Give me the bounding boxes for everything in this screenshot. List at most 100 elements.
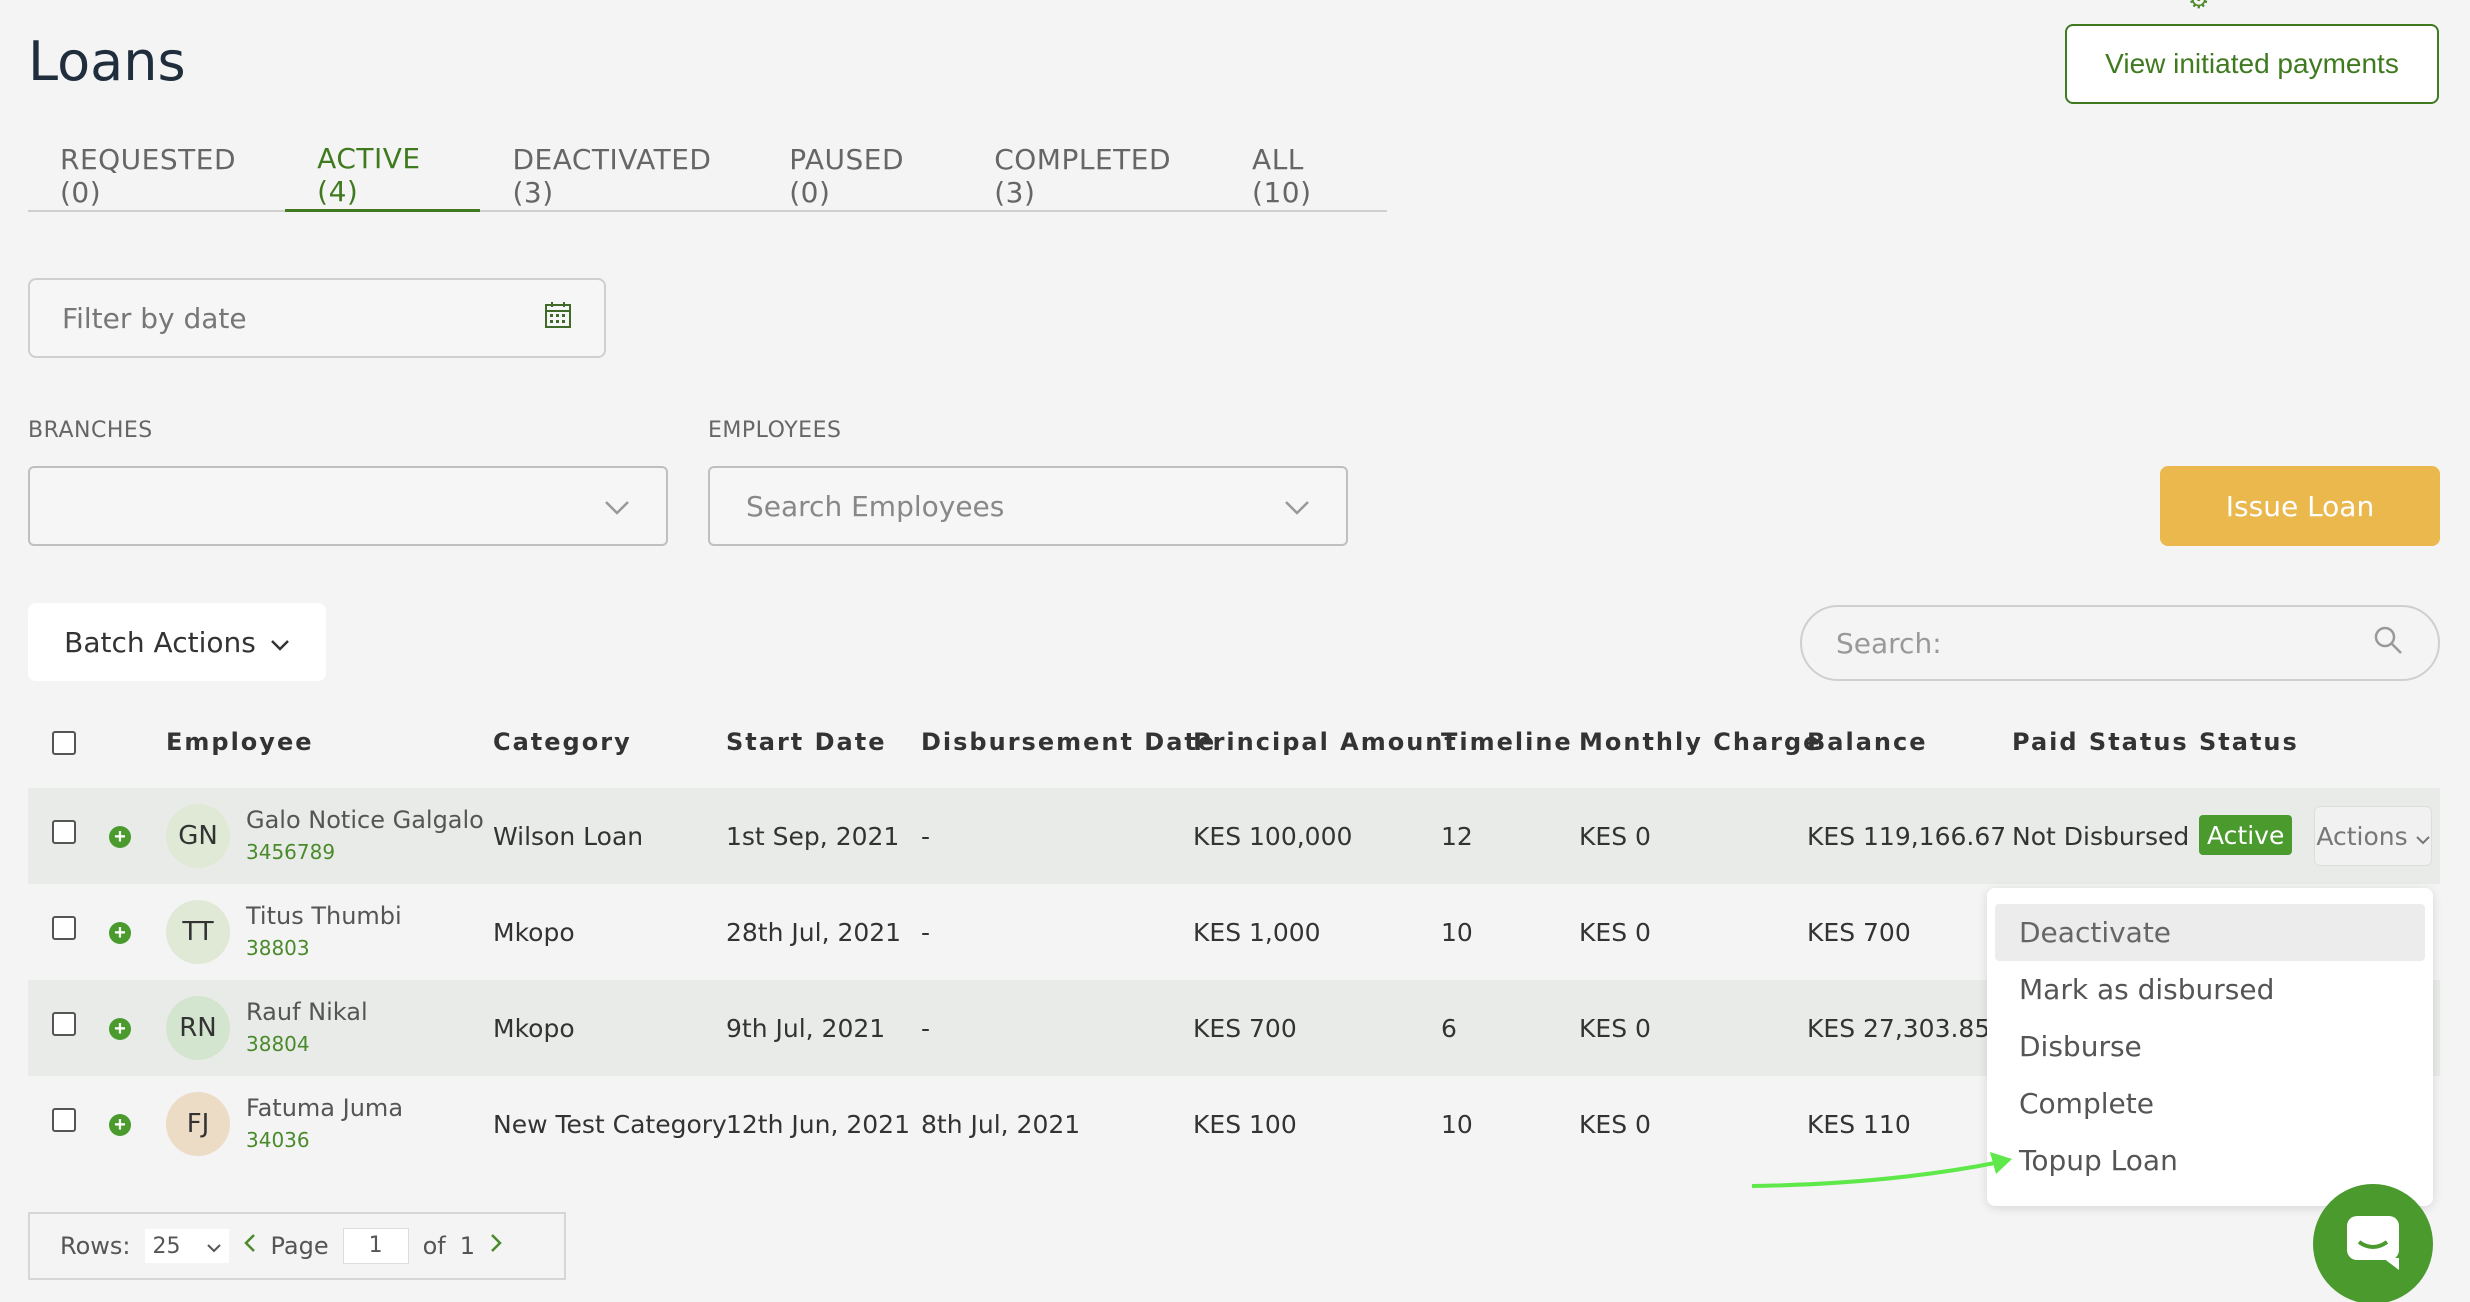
row-actions-label: Actions xyxy=(2316,821,2408,851)
disbursement-date-cell: 8th Jul, 2021 xyxy=(921,1110,1081,1139)
row-checkbox[interactable] xyxy=(52,1012,76,1036)
principal-cell: KES 1,000 xyxy=(1193,918,1321,947)
col-employee[interactable]: Employee xyxy=(166,728,314,756)
employee-name[interactable]: Rauf Nikal xyxy=(246,998,368,1026)
category-cell: Mkopo xyxy=(493,1014,575,1043)
page-title: Loans xyxy=(28,30,186,93)
col-balance[interactable]: Balance xyxy=(1807,728,1928,756)
employee-name[interactable]: Fatuma Juma xyxy=(246,1094,403,1122)
principal-cell: KES 100 xyxy=(1193,1110,1297,1139)
disbursement-date-cell: - xyxy=(921,1014,931,1043)
batch-actions-label: Batch Actions xyxy=(64,625,256,659)
col-disbursement-date[interactable]: Disbursement Date xyxy=(921,728,1216,756)
chevron-down-icon xyxy=(2415,822,2430,851)
chevron-down-icon xyxy=(270,626,290,659)
branches-label: BRANCHES xyxy=(28,418,153,443)
avatar: RN xyxy=(166,996,230,1060)
page-number-input[interactable]: 1 xyxy=(342,1228,409,1264)
employee-id: 3456789 xyxy=(246,840,336,864)
calendar-icon[interactable] xyxy=(544,301,572,336)
employee-name[interactable]: Titus Thumbi xyxy=(246,902,402,930)
row-actions-button[interactable]: Actions xyxy=(2314,806,2432,866)
pagination: Rows: 25 Page 1 of 1 xyxy=(28,1212,566,1280)
chat-icon xyxy=(2343,1212,2403,1277)
prev-page-icon[interactable] xyxy=(243,1232,257,1260)
filter-by-date-input[interactable]: Filter by date xyxy=(28,278,606,358)
tab-active[interactable]: ACTIVE (4) xyxy=(285,140,481,212)
gear-icon[interactable]: ⚙ xyxy=(2188,0,2218,14)
menu-item-complete[interactable]: Complete xyxy=(1995,1075,2425,1132)
principal-cell: KES 700 xyxy=(1193,1014,1297,1043)
start-date-cell: 28th Jul, 2021 xyxy=(726,918,902,947)
menu-item-disburse[interactable]: Disburse xyxy=(1995,1018,2425,1075)
balance-cell: KES 119,166.67 xyxy=(1807,822,2007,851)
tab-all[interactable]: ALL (10) xyxy=(1220,140,1387,212)
annotation-arrow xyxy=(1751,1152,2012,1188)
chat-widget-button[interactable] xyxy=(2313,1184,2433,1302)
timeline-cell: 6 xyxy=(1441,1014,1457,1043)
next-page-icon[interactable] xyxy=(489,1232,503,1260)
balance-cell: KES 110 xyxy=(1807,1110,1911,1139)
tab-paused[interactable]: PAUSED (0) xyxy=(757,140,962,212)
col-timeline[interactable]: Timeline xyxy=(1441,728,1573,756)
branches-select[interactable] xyxy=(28,466,668,546)
timeline-cell: 12 xyxy=(1441,822,1473,851)
col-monthly-charge[interactable]: Monthly Charge xyxy=(1579,728,1821,756)
select-all-checkbox[interactable] xyxy=(52,731,76,755)
employee-id: 38803 xyxy=(246,936,310,960)
tab-deactivated[interactable]: DEACTIVATED (3) xyxy=(480,140,757,212)
category-cell: Wilson Loan xyxy=(493,822,644,851)
menu-item-deactivate[interactable]: Deactivate xyxy=(1995,904,2425,961)
principal-cell: KES 100,000 xyxy=(1193,822,1353,851)
filter-placeholder: Filter by date xyxy=(62,301,247,335)
start-date-cell: 9th Jul, 2021 xyxy=(726,1014,886,1043)
expand-row-icon[interactable]: + xyxy=(109,922,131,944)
employees-label: EMPLOYEES xyxy=(708,418,842,443)
start-date-cell: 12th Jun, 2021 xyxy=(726,1110,910,1139)
rows-label: Rows: xyxy=(60,1232,131,1260)
col-start-date[interactable]: Start Date xyxy=(726,728,886,756)
rows-value: 25 xyxy=(152,1233,181,1259)
col-status[interactable]: Status xyxy=(2199,728,2299,756)
table-search-input[interactable]: Search: xyxy=(1800,605,2440,681)
col-paid-status[interactable]: Paid Status xyxy=(2012,728,2189,756)
avatar: GN xyxy=(166,804,230,868)
search-icon[interactable] xyxy=(2372,624,2404,663)
batch-actions-button[interactable]: Batch Actions xyxy=(28,603,326,681)
timeline-cell: 10 xyxy=(1441,1110,1473,1139)
employee-id: 38804 xyxy=(246,1032,310,1056)
balance-cell: KES 700 xyxy=(1807,918,1911,947)
chevron-down-icon xyxy=(206,1234,221,1259)
rows-per-page-select[interactable]: 25 xyxy=(144,1229,229,1263)
tab-requested[interactable]: REQUESTED (0) xyxy=(28,140,285,212)
start-date-cell: 1st Sep, 2021 xyxy=(726,822,900,851)
tab-completed[interactable]: COMPLETED (3) xyxy=(962,140,1220,212)
col-category[interactable]: Category xyxy=(493,728,632,756)
expand-row-icon[interactable]: + xyxy=(109,826,131,848)
of-label: of xyxy=(422,1232,446,1260)
menu-item-mark-as-disbursed[interactable]: Mark as disbursed xyxy=(1995,961,2425,1018)
issue-loan-button[interactable]: Issue Loan xyxy=(2160,466,2440,546)
row-checkbox[interactable] xyxy=(52,1108,76,1132)
monthly-charge-cell: KES 0 xyxy=(1579,918,1651,947)
chevron-down-icon xyxy=(1284,490,1310,523)
paid-status-cell: Not Disbursed xyxy=(2012,822,2190,851)
menu-item-topup-loan[interactable]: Topup Loan xyxy=(1995,1132,2425,1189)
employee-name[interactable]: Galo Notice Galgalo xyxy=(246,806,484,834)
search-placeholder: Search: xyxy=(1836,626,1942,660)
disbursement-date-cell: - xyxy=(921,918,931,947)
expand-row-icon[interactable]: + xyxy=(109,1018,131,1040)
timeline-cell: 10 xyxy=(1441,918,1473,947)
employee-id: 34036 xyxy=(246,1128,310,1152)
avatar: FJ xyxy=(166,1092,230,1156)
monthly-charge-cell: KES 0 xyxy=(1579,1110,1651,1139)
row-actions-menu: Deactivate Mark as disbursed Disburse Co… xyxy=(1987,888,2433,1206)
page-label: Page xyxy=(270,1232,329,1260)
col-principal-amount[interactable]: Principal Amount xyxy=(1193,728,1458,756)
row-checkbox[interactable] xyxy=(52,916,76,940)
employees-select[interactable]: Search Employees xyxy=(708,466,1348,546)
expand-row-icon[interactable]: + xyxy=(109,1114,131,1136)
status-badge: Active xyxy=(2199,815,2293,855)
row-checkbox[interactable] xyxy=(52,820,76,844)
view-initiated-payments-button[interactable]: View initiated payments xyxy=(2065,24,2439,104)
